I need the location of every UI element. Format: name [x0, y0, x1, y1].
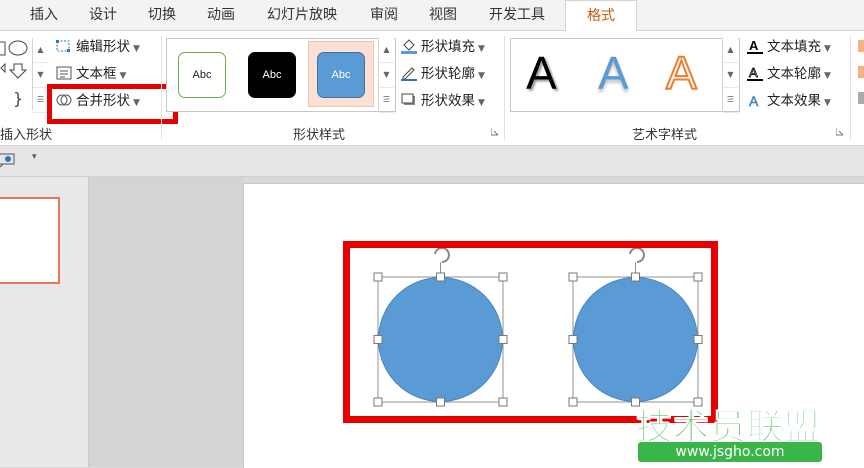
tab-animations[interactable]: 动画 — [192, 0, 250, 30]
ribbon-tab-bar: 插入 设计 切换 动画 幻灯片放映 审阅 视图 开发工具 格式 — [0, 0, 864, 32]
group-divider — [850, 36, 851, 140]
tab-format[interactable]: 格式 — [565, 0, 637, 32]
dropdown-arrow-icon: ▼ — [478, 98, 485, 108]
arrange-group-edge[interactable] — [858, 40, 864, 106]
shape-effects-icon — [401, 93, 415, 105]
tab-review[interactable]: 审阅 — [354, 0, 414, 30]
scroll-down-icon[interactable]: ▼ — [723, 63, 738, 88]
dialog-launcher-icon[interactable] — [836, 128, 844, 136]
dialog-launcher-icon[interactable] — [491, 128, 499, 136]
shape-style-gallery-scroll[interactable]: ▲ ▼ ☰ — [378, 38, 394, 113]
gallery-expand-icon[interactable]: ☰ — [379, 88, 394, 113]
gallery-expand-icon[interactable]: ☰ — [33, 88, 48, 113]
dropdown-arrow-icon: ▼ — [478, 44, 485, 54]
svg-text:}: } — [13, 89, 23, 108]
tab-insert[interactable]: 插入 — [14, 0, 74, 30]
shape-styles-group-label: 形状样式 — [293, 128, 346, 143]
paint-bucket-icon — [401, 39, 417, 54]
customize-toolbar-icon[interactable]: ▾ — [32, 152, 37, 162]
scroll-down-icon[interactable]: ▼ — [379, 63, 394, 88]
text-outline-button[interactable]: A 文本轮廓 ▼ — [747, 63, 831, 85]
scroll-up-icon[interactable]: ▲ — [723, 38, 738, 63]
shape-style-preset-3[interactable]: Abc — [317, 52, 365, 98]
pencil-icon — [401, 67, 417, 81]
dropdown-arrow-icon: ▼ — [119, 71, 127, 81]
shape-style-preset-1[interactable]: Abc — [178, 52, 226, 98]
shape-outline-button[interactable]: 形状轮廓 ▼ — [401, 63, 485, 85]
dropdown-arrow-icon: ▼ — [824, 71, 831, 81]
merge-shapes-highlight — [47, 84, 178, 124]
text-outline-icon: A — [747, 65, 763, 81]
tab-view[interactable]: 视图 — [414, 0, 472, 30]
gallery-expand-icon[interactable]: ☰ — [723, 88, 738, 113]
text-effects-button[interactable]: A 文本效果 ▼ — [747, 90, 831, 112]
tab-design[interactable]: 设计 — [74, 0, 132, 30]
text-effects-icon: A — [749, 93, 760, 108]
svg-text:A: A — [749, 65, 758, 80]
shape-effects-button[interactable]: 形状效果 ▼ — [401, 90, 485, 112]
slideshow-start-icon[interactable] — [0, 152, 18, 168]
tab-developer[interactable]: 开发工具 — [474, 0, 560, 30]
edit-shape-icon — [56, 40, 70, 52]
dropdown-arrow-icon: ▼ — [478, 71, 485, 81]
tab-slideshow[interactable]: 幻灯片放映 — [254, 0, 350, 30]
scroll-down-icon[interactable]: ▼ — [33, 63, 48, 88]
scroll-up-icon[interactable]: ▲ — [379, 38, 394, 63]
watermark-url: www.jsgho.com — [638, 442, 822, 462]
shapes-highlight — [343, 241, 718, 423]
quick-access-bar: ▾ — [0, 146, 864, 177]
wordart-preset-2[interactable]: A — [598, 48, 629, 98]
shape-style-preset-2[interactable]: Abc — [248, 52, 296, 98]
svg-text:A: A — [749, 38, 759, 53]
shape-gallery-scroll[interactable]: ▲ ▼ ☰ — [32, 38, 48, 113]
svg-text:A: A — [749, 93, 759, 108]
wordart-preset-1[interactable]: A — [526, 48, 557, 98]
dropdown-arrow-icon: ▼ — [824, 44, 831, 54]
editor-background — [89, 177, 243, 467]
scroll-up-icon[interactable]: ▲ — [33, 38, 48, 63]
dropdown-arrow-icon: ▼ — [824, 98, 831, 108]
dropdown-arrow-icon: ▼ — [133, 44, 140, 54]
tab-transitions[interactable]: 切换 — [132, 0, 192, 30]
text-fill-button[interactable]: A 文本填充 ▼ — [747, 36, 831, 58]
text-box-icon — [56, 66, 72, 80]
text-box-button[interactable]: 文本框 ▼ — [56, 63, 126, 85]
shape-fill-button[interactable]: 形状填充 ▼ — [401, 36, 485, 58]
group-divider — [161, 36, 162, 140]
slide-thumbnail[interactable] — [0, 197, 60, 284]
text-fill-icon: A — [747, 38, 763, 54]
wordart-styles-group-label: 艺术字样式 — [632, 128, 698, 143]
edit-shape-button[interactable]: 编辑形状 ▼ — [56, 36, 140, 58]
wordart-gallery-scroll[interactable]: ▲ ▼ ☰ — [722, 38, 738, 113]
insert-shapes-group-label: 插入形状 — [0, 128, 53, 143]
group-divider — [504, 36, 505, 140]
wordart-preset-3[interactable]: A — [665, 47, 698, 99]
